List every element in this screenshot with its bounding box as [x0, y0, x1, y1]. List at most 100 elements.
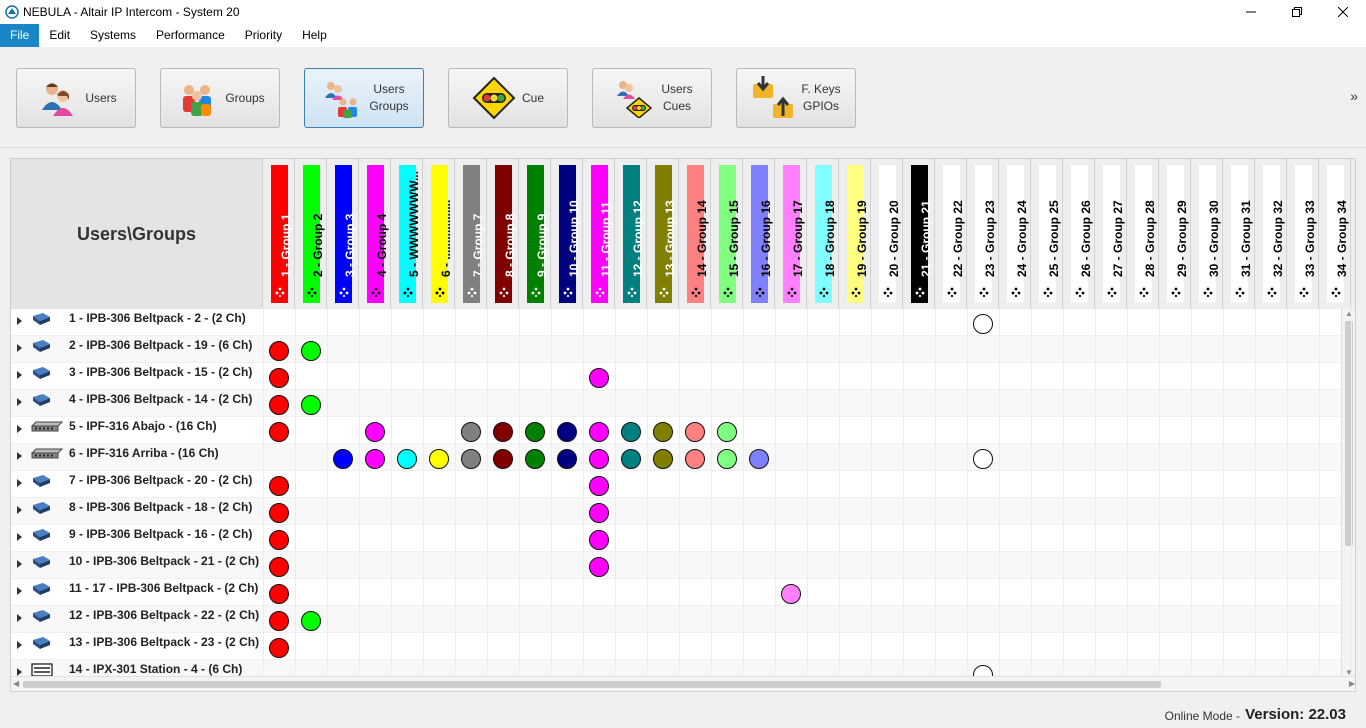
membership-dot[interactable]: [269, 638, 289, 658]
user-row[interactable]: 9 - IPB-306 Beltpack - 16 - (2 Ch): [11, 525, 1343, 552]
menu-help[interactable]: Help: [292, 24, 337, 47]
group-column-header[interactable]: 4 - Group 4: [359, 159, 391, 309]
membership-dot[interactable]: [333, 449, 353, 469]
membership-dot[interactable]: [269, 503, 289, 523]
membership-dot[interactable]: [973, 449, 993, 469]
membership-dot[interactable]: [269, 476, 289, 496]
group-column-header[interactable]: 5 - WWWWWWW...: [391, 159, 423, 309]
group-column-header[interactable]: 21 - Group 21: [903, 159, 935, 309]
group-column-header[interactable]: 11 - Group 11: [583, 159, 615, 309]
expand-arrow-icon[interactable]: [17, 371, 22, 379]
scroll-right-arrow-icon[interactable]: ▶: [1349, 679, 1355, 688]
expand-arrow-icon[interactable]: [17, 614, 22, 622]
user-row[interactable]: 12 - IPB-306 Beltpack - 22 - (2 Ch): [11, 606, 1343, 633]
group-column-header[interactable]: 12 - Group 12: [615, 159, 647, 309]
group-column-header[interactable]: 22 - Group 22: [935, 159, 967, 309]
menu-systems[interactable]: Systems: [80, 24, 146, 47]
group-column-header[interactable]: 8 - Group 8: [487, 159, 519, 309]
expand-arrow-icon[interactable]: [17, 560, 22, 568]
membership-dot[interactable]: [717, 422, 737, 442]
group-column-header[interactable]: 34 - Group 34: [1319, 159, 1351, 309]
membership-dot[interactable]: [269, 530, 289, 550]
user-row[interactable]: 2 - IPB-306 Beltpack - 19 - (6 Ch): [11, 336, 1343, 363]
membership-dot[interactable]: [589, 422, 609, 442]
user-row[interactable]: 6 - IPF-316 Arriba - (16 Ch): [11, 444, 1343, 471]
toolbar-cue-button[interactable]: Cue: [448, 68, 568, 128]
membership-dot[interactable]: [269, 584, 289, 604]
expand-arrow-icon[interactable]: [17, 479, 22, 487]
membership-dot[interactable]: [685, 449, 705, 469]
group-column-header[interactable]: 15 - Group 15: [711, 159, 743, 309]
membership-dot[interactable]: [525, 422, 545, 442]
vertical-scrollbar[interactable]: ▲ ▼: [1341, 309, 1355, 677]
maximize-button[interactable]: [1274, 0, 1320, 24]
group-column-header[interactable]: 31 - Group 31: [1223, 159, 1255, 309]
user-row[interactable]: 4 - IPB-306 Beltpack - 14 - (2 Ch): [11, 390, 1343, 417]
expand-arrow-icon[interactable]: [17, 344, 22, 352]
group-column-header[interactable]: 26 - Group 26: [1063, 159, 1095, 309]
expand-arrow-icon[interactable]: [17, 533, 22, 541]
group-column-header[interactable]: 3 - Group 3: [327, 159, 359, 309]
membership-dot[interactable]: [461, 422, 481, 442]
expand-arrow-icon[interactable]: [17, 587, 22, 595]
group-column-header[interactable]: 30 - Group 30: [1191, 159, 1223, 309]
expand-arrow-icon[interactable]: [17, 425, 22, 433]
membership-dot[interactable]: [493, 449, 513, 469]
toolbar-users-button[interactable]: Users: [16, 68, 136, 128]
user-row[interactable]: 11 - 17 - IPB-306 Beltpack - (2 Ch): [11, 579, 1343, 606]
group-column-header[interactable]: 10 - Group 10: [551, 159, 583, 309]
group-column-header[interactable]: 1 - Group 1: [263, 159, 295, 309]
expand-arrow-icon[interactable]: [17, 317, 22, 325]
membership-dot[interactable]: [589, 557, 609, 577]
membership-dot[interactable]: [589, 503, 609, 523]
user-row[interactable]: 1 - IPB-306 Beltpack - 2 - (2 Ch): [11, 309, 1343, 336]
user-row[interactable]: 5 - IPF-316 Abajo - (16 Ch): [11, 417, 1343, 444]
scroll-left-arrow-icon[interactable]: ◀: [13, 679, 19, 688]
group-column-header[interactable]: 6 - ..................: [423, 159, 455, 309]
menu-performance[interactable]: Performance: [146, 24, 235, 47]
group-column-header[interactable]: 20 - Group 20: [871, 159, 903, 309]
membership-dot[interactable]: [429, 449, 449, 469]
group-column-header[interactable]: 25 - Group 25: [1031, 159, 1063, 309]
membership-dot[interactable]: [653, 449, 673, 469]
membership-dot[interactable]: [589, 449, 609, 469]
user-row[interactable]: 10 - IPB-306 Beltpack - 21 - (2 Ch): [11, 552, 1343, 579]
membership-dot[interactable]: [301, 341, 321, 361]
expand-arrow-icon[interactable]: [17, 452, 22, 460]
menu-file[interactable]: File: [0, 24, 40, 47]
group-column-header[interactable]: 23 - Group 23: [967, 159, 999, 309]
membership-dot[interactable]: [461, 449, 481, 469]
group-column-header[interactable]: 28 - Group 28: [1127, 159, 1159, 309]
minimize-button[interactable]: [1228, 0, 1274, 24]
toolbar-overflow-button[interactable]: »: [1350, 88, 1358, 104]
group-column-header[interactable]: 9 - Group 9: [519, 159, 551, 309]
group-column-header[interactable]: 27 - Group 27: [1095, 159, 1127, 309]
membership-dot[interactable]: [557, 422, 577, 442]
membership-dot[interactable]: [653, 422, 673, 442]
membership-dot[interactable]: [365, 422, 385, 442]
membership-dot[interactable]: [269, 557, 289, 577]
group-column-header[interactable]: 13 - Group 13: [647, 159, 679, 309]
membership-dot[interactable]: [589, 476, 609, 496]
group-column-header[interactable]: 7 - Group 7: [455, 159, 487, 309]
membership-dot[interactable]: [269, 611, 289, 631]
group-column-header[interactable]: 18 - Group 18: [807, 159, 839, 309]
user-row[interactable]: 13 - IPB-306 Beltpack - 23 - (2 Ch): [11, 633, 1343, 660]
membership-dot[interactable]: [301, 395, 321, 415]
membership-dot[interactable]: [365, 449, 385, 469]
expand-arrow-icon[interactable]: [17, 641, 22, 649]
expand-arrow-icon[interactable]: [17, 668, 22, 676]
group-column-header[interactable]: 2 - Group 2: [295, 159, 327, 309]
group-column-header[interactable]: 17 - Group 17: [775, 159, 807, 309]
membership-dot[interactable]: [621, 449, 641, 469]
membership-dot[interactable]: [973, 314, 993, 334]
menu-priority[interactable]: Priority: [235, 24, 292, 47]
toolbar-users-cues-button[interactable]: Users Cues: [592, 68, 712, 128]
membership-dot[interactable]: [397, 449, 417, 469]
membership-dot[interactable]: [781, 584, 801, 604]
user-row[interactable]: 3 - IPB-306 Beltpack - 15 - (2 Ch): [11, 363, 1343, 390]
toolbar-groups-button[interactable]: Groups: [160, 68, 280, 128]
membership-dot[interactable]: [685, 422, 705, 442]
membership-dot[interactable]: [269, 368, 289, 388]
membership-dot[interactable]: [589, 368, 609, 388]
